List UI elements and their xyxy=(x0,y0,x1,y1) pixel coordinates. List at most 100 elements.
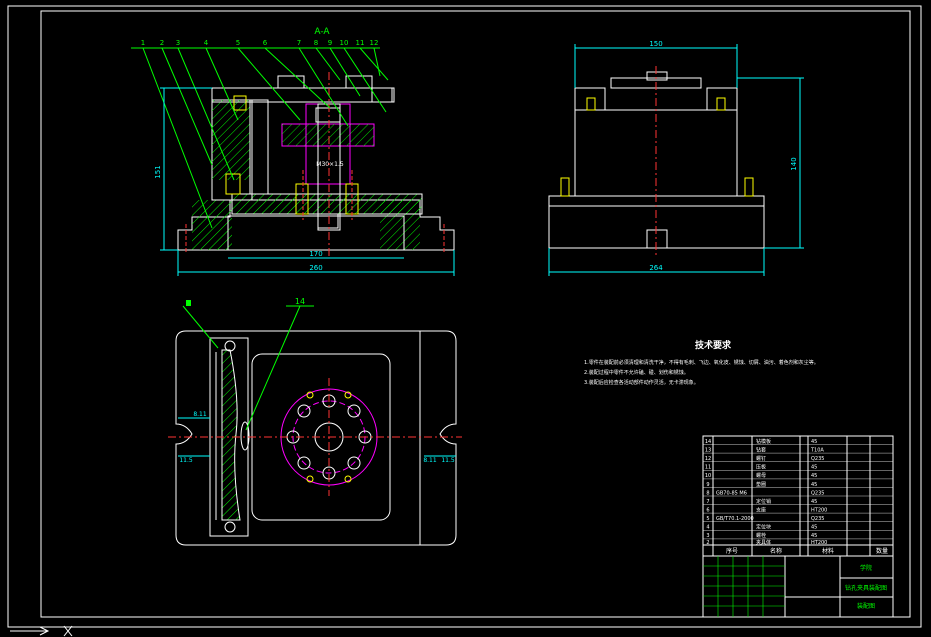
upright-side xyxy=(249,99,269,195)
pl-no-2: 13 xyxy=(705,448,711,454)
org-name: 学院 xyxy=(860,564,872,572)
drill-hole-2 xyxy=(347,404,361,418)
thread-note: M30×1.5 xyxy=(316,161,344,168)
pl-no-11: 4 xyxy=(706,525,709,531)
pl-no-9: 6 xyxy=(706,508,709,514)
part-labels: 1 2 3 4 5 6 7 8 9 10 11 12 xyxy=(141,39,379,47)
pl-name-1: 钻模板 xyxy=(756,438,771,445)
base-top-hatch xyxy=(231,193,423,215)
plan-outline xyxy=(175,330,457,546)
drawing-name: 钻孔夹具装配图 xyxy=(845,584,887,592)
pl-mat-13: HT200 xyxy=(811,540,827,546)
side-body-left-step xyxy=(574,87,606,111)
part-label-11: 11 xyxy=(356,39,365,47)
side-dimensions xyxy=(548,44,804,276)
pl-no-4: 11 xyxy=(705,465,711,471)
cad-drawing: A-A M30×1.5 1 2 3 4 5 6 7 8 9 10 11 12 1… xyxy=(7,5,922,637)
header-qty: 数量 xyxy=(876,547,888,555)
pl-name-2: 钻套 xyxy=(756,447,766,454)
plan-label-14: 14 xyxy=(295,297,305,306)
parts-list-header: 序号 名称 材料 数量 xyxy=(726,547,888,555)
pl-mat-1: 45 xyxy=(811,439,817,445)
base-cavity xyxy=(227,215,405,251)
drill-hole-8 xyxy=(297,404,311,418)
part-label-7: 7 xyxy=(297,39,301,47)
tech-req-item-1: 1.零件在装配前必须清理和清洗干净，不得有毛刺、飞边、氧化皮、锈蚀、切屑、油污、… xyxy=(584,359,819,366)
pl-name-10: GB/T70.1-2000 xyxy=(716,516,754,522)
header-material: 材料 xyxy=(822,547,834,555)
part-label-9: 9 xyxy=(328,39,332,47)
pl-name-5: 螺母 xyxy=(756,472,766,479)
side-top-block xyxy=(646,71,668,81)
pl-mat-5: 45 xyxy=(811,473,817,479)
top-plate-block-1 xyxy=(277,75,305,89)
center-flange-hatch xyxy=(282,124,374,146)
tech-req-item-2: 2.装配过程中零件不允许磕、碰、划伤和锈蚀。 xyxy=(584,369,689,376)
side-bolt-right-low xyxy=(744,177,754,197)
side-slot xyxy=(646,229,668,249)
top-plate-block-2 xyxy=(345,75,373,89)
plan-label-13-marker xyxy=(186,300,191,306)
pl-mat-12: 45 xyxy=(811,533,817,539)
pl-no-3: 12 xyxy=(705,456,711,462)
pl-no-7: 8 xyxy=(706,490,709,496)
pl-name-13: 夹具体 xyxy=(756,539,771,546)
front-view: A-A M30×1.5 xyxy=(177,27,455,256)
dim-side-overall-width: 264 xyxy=(649,264,663,272)
pl-mat-8: 45 xyxy=(811,499,817,505)
pl-no-1: 14 xyxy=(705,439,711,445)
tech-req-title: 技术要求 xyxy=(695,339,732,351)
section-label: A-A xyxy=(314,27,330,37)
pl-no-13: 2 xyxy=(706,540,709,546)
pl-no-6: 9 xyxy=(706,482,709,488)
pl-mat-10: Q235 xyxy=(811,516,824,522)
part-label-3: 3 xyxy=(176,39,180,47)
part-label-5: 5 xyxy=(236,39,240,47)
plan-pocket xyxy=(251,353,391,521)
part-label-1: 1 xyxy=(141,39,145,47)
pl-name-3: 螺钉 xyxy=(756,455,766,462)
side-bolt-left-low xyxy=(560,177,570,197)
upright-hatch xyxy=(212,100,250,180)
dim-front-height: 151 xyxy=(154,165,162,178)
inner-frame xyxy=(40,10,911,618)
side-view xyxy=(548,66,765,256)
pl-name-9: 支座 xyxy=(756,507,766,514)
pl-mat-4: 45 xyxy=(811,465,817,471)
part-label-6: 6 xyxy=(263,39,268,47)
pl-no-12: 3 xyxy=(706,533,709,539)
pl-name-7: GB70-85 M6 xyxy=(716,490,747,496)
pl-name-4: 压板 xyxy=(756,464,766,471)
header-seq: 序号 xyxy=(726,547,738,555)
outer-frame xyxy=(7,5,922,628)
dim-plan-left-slot: 8.11 xyxy=(193,411,207,418)
plan-view xyxy=(175,330,457,546)
part-label-2: 2 xyxy=(160,39,164,47)
pl-mat-11: 45 xyxy=(811,525,817,531)
side-bolt-left xyxy=(586,97,596,111)
part-label-8: 8 xyxy=(314,39,318,47)
plan-screw-bottom xyxy=(224,521,236,533)
dim-plan-right-small: 11.5 xyxy=(441,457,455,464)
part-label-10: 10 xyxy=(340,39,349,47)
pl-name-12: 螺栓 xyxy=(756,532,766,539)
pl-no-8: 7 xyxy=(706,499,709,505)
title-block-green-grid xyxy=(703,556,785,617)
plan-clamp-profile xyxy=(221,349,241,521)
dim-front-inner-width: 170 xyxy=(309,250,322,258)
pl-no-5: 10 xyxy=(705,473,711,479)
dim-side-height: 140 xyxy=(790,157,798,170)
pl-mat-9: HT200 xyxy=(811,508,827,514)
pl-name-8: 定位销 xyxy=(756,498,771,505)
side-bolt-right xyxy=(716,97,726,111)
nut-top xyxy=(315,107,341,123)
parts-list: 14 钻模板 45 13 钻套 T10A 12 螺钉 Q235 11 压板 45… xyxy=(705,438,828,546)
sheet-label: 装配图 xyxy=(857,602,875,610)
side-body-right-step xyxy=(706,87,738,111)
pl-no-10: 5 xyxy=(706,516,709,522)
dim-plan-left-small: 11.5 xyxy=(179,457,193,464)
dim-side-top-width: 150 xyxy=(649,40,662,48)
pl-name-11: 定位块 xyxy=(756,524,771,531)
pl-mat-2: T10A xyxy=(810,448,824,454)
tech-req-item-3: 3.装配后应检查各活动部件动作灵活，无卡滞现象。 xyxy=(584,379,699,386)
